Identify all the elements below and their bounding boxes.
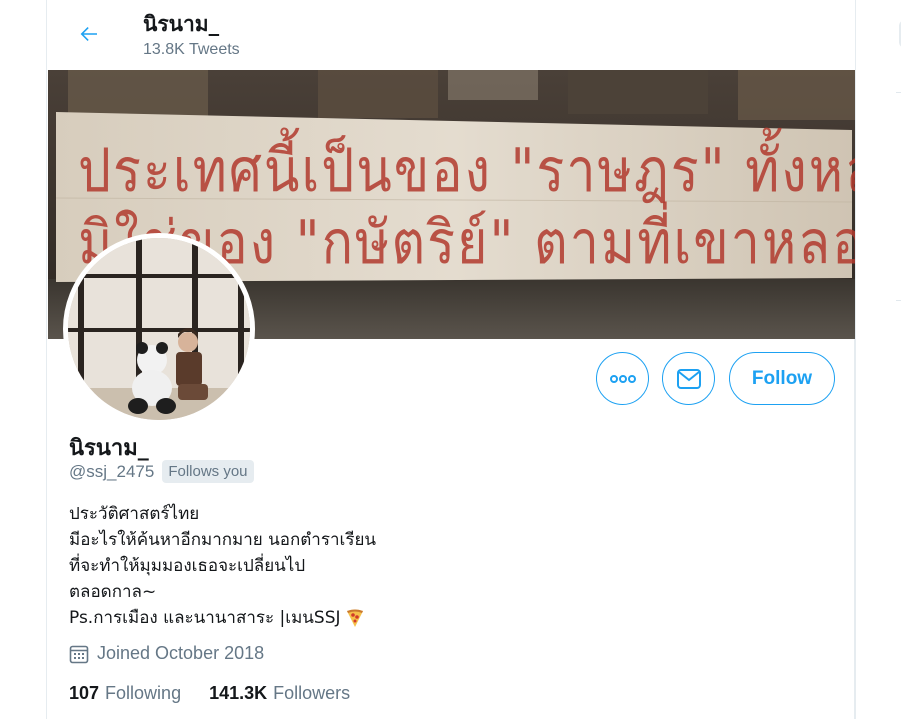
bio-line-last: Ps.การเมือง และนานาสาระ |เมนSSJ <box>69 605 376 631</box>
following-count: 107 <box>69 683 100 703</box>
sidebar-divider <box>896 300 901 301</box>
sidebar-divider <box>896 92 901 93</box>
bio-line: มีอะไรให้ค้นหาอีกมากมาย นอกตำราเรียน <box>69 530 377 550</box>
bio-line: ประวัติศาสตร์ไทย <box>69 504 200 524</box>
profile-bio: ประวัติศาสตร์ไทย มีอะไรให้ค้นหาอีกมากมาย… <box>69 501 376 631</box>
pizza-icon <box>346 609 363 627</box>
follow-button[interactable]: Follow <box>729 352 835 405</box>
bio-line: ตลอดกาล~ <box>69 582 157 602</box>
envelope-icon <box>676 368 701 389</box>
bio-line: Ps.การเมือง และนานาสาระ |เมนSSJ <box>69 608 341 628</box>
calendar-icon <box>69 645 89 663</box>
header-title: นิรนาม_ <box>143 12 220 36</box>
back-button[interactable] <box>69 16 109 52</box>
right-sidebar-edge <box>855 0 901 719</box>
following-link[interactable]: 107 Following <box>69 683 181 704</box>
avatar-image <box>68 238 250 420</box>
left-gutter <box>0 0 46 719</box>
followers-link[interactable]: 141.3K Followers <box>209 683 350 704</box>
profile-column: นิรนาม_ 13.8K Tweets ประเทศนี้เป็นของ "ร… <box>46 0 856 719</box>
follows-you-badge: Follows you <box>162 460 254 483</box>
bio-line: ที่จะทำให้มุมมองเธอจะเปลี่ยนไป <box>69 556 306 576</box>
followers-label: Followers <box>273 683 351 703</box>
handle-row: @ssj_2475 Follows you <box>69 460 254 483</box>
followers-count: 141.3K <box>209 683 268 703</box>
joined-date: Joined October 2018 <box>69 643 264 664</box>
back-arrow-icon <box>80 27 97 41</box>
more-horizontal-icon <box>609 374 636 383</box>
following-label: Following <box>105 683 182 703</box>
follow-stats: 107 Following 141.3K Followers <box>69 683 350 704</box>
more-button[interactable] <box>596 352 649 405</box>
message-button[interactable] <box>662 352 715 405</box>
avatar[interactable] <box>63 233 255 425</box>
profile-handle: @ssj_2475 <box>69 461 155 481</box>
profile-header-bar: นิรนาม_ 13.8K Tweets <box>47 0 856 70</box>
joined-text: Joined October 2018 <box>97 643 265 663</box>
tweet-count: 13.8K Tweets <box>143 41 240 58</box>
